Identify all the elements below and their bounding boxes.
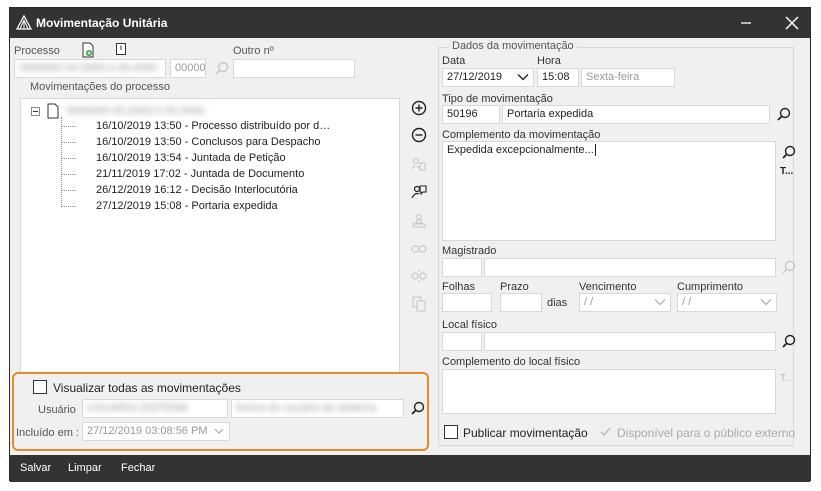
bottom-toolbar: Salvar Limpar Fechar	[10, 455, 810, 482]
incluido-em-picker[interactable]: 27/12/2019 03:08:56 PM	[82, 422, 230, 441]
chevron-down-icon[interactable]	[517, 73, 529, 81]
tree-item[interactable]: 27/12/2019 15:08 - Portaria expedida	[96, 200, 278, 212]
search-icon[interactable]	[780, 259, 798, 277]
tree-item[interactable]: 26/12/2019 16:12 - Decisão Interlocutóri…	[96, 184, 298, 196]
checkmark-icon	[600, 427, 611, 437]
processo-number-input[interactable]: 0000000-00.0000.0.00.0000	[14, 59, 166, 78]
usuario-input[interactable]: USUARIO.SISTEMA	[82, 399, 228, 418]
complemento-local-label: Complemento do local físico	[442, 356, 581, 368]
movimentacoes-group-label: Movimentações do processo	[30, 81, 171, 93]
window-title: Movimentação Unitária	[36, 16, 168, 30]
magistrado-name-input[interactable]	[484, 258, 776, 277]
incluido-label: Incluído em :	[16, 427, 79, 439]
chevron-down-icon[interactable]	[214, 427, 224, 435]
tree-item[interactable]: 16/10/2019 13:50 - Processo distribuído …	[96, 120, 330, 132]
tree-item[interactable]: 21/11/2019 17:02 - Juntada de Documento	[96, 168, 304, 180]
vencimento-label: Vencimento	[579, 281, 637, 293]
link-icon[interactable]	[410, 240, 428, 258]
search-icon[interactable]	[775, 106, 793, 124]
tipo-label: Tipo de movimentação	[442, 93, 553, 105]
usuario-label: Usuário	[38, 404, 76, 416]
minimize-icon[interactable]	[736, 13, 756, 33]
tree-root-label: 0000000-00.0000.0.00.0000	[66, 105, 205, 117]
local-code-input[interactable]	[442, 332, 482, 351]
folhas-input[interactable]	[442, 293, 492, 312]
close-icon[interactable]	[782, 13, 802, 33]
search-icon[interactable]	[780, 333, 798, 351]
search-icon[interactable]	[409, 400, 427, 418]
usuario-name-value: Nome do usuário do sistema	[236, 402, 377, 414]
stamp-icon[interactable]	[410, 212, 428, 230]
complemento-label: Complemento da movimentação	[442, 129, 601, 141]
publicar-checkbox[interactable]	[444, 425, 458, 439]
local-name-input[interactable]	[484, 332, 776, 351]
incluido-value: 27/12/2019 03:08:56 PM	[87, 425, 208, 437]
data-label: Data	[442, 55, 466, 67]
visualizar-todas-checkbox[interactable]	[33, 380, 47, 394]
tipo-code-input[interactable]: 50196	[442, 105, 500, 124]
new-document-icon[interactable]	[80, 42, 96, 58]
processo-suffix-input[interactable]: 00000	[170, 59, 206, 78]
title-bar: Movimentação Unitária	[10, 8, 810, 38]
prazo-label: Prazo	[500, 281, 529, 293]
dias-label: dias	[547, 297, 568, 309]
folhas-label: Folhas	[442, 281, 476, 293]
edit-user-icon[interactable]	[410, 183, 428, 201]
tipo-desc-input[interactable]: Portaria expedida	[502, 105, 770, 124]
documents-icon[interactable]	[410, 295, 428, 313]
add-circle-icon[interactable]	[410, 99, 428, 117]
processo-label: Processo	[14, 45, 60, 57]
vencimento-value: / /	[584, 296, 594, 308]
text-editor-button[interactable]: T...	[780, 166, 793, 177]
outro-label: Outro nº	[233, 45, 274, 57]
hora-label: Hora	[537, 55, 561, 67]
limpar-button[interactable]: Limpar	[68, 462, 102, 474]
cumprimento-label: Cumprimento	[677, 281, 744, 293]
remove-circle-icon[interactable]	[410, 126, 428, 144]
bookmark-icon[interactable]	[114, 42, 128, 56]
tree-item[interactable]: 16/10/2019 13:50 - Conclusos para Despac…	[96, 136, 320, 148]
publicar-label[interactable]: Publicar movimentação	[463, 426, 588, 440]
users-icon[interactable]	[410, 155, 428, 173]
complemento-local-textarea[interactable]	[442, 369, 776, 414]
movimentacoes-tree[interactable]: 0000000-00.0000.0.00.0000 16/10/2019 13:…	[20, 98, 400, 373]
chevron-down-icon[interactable]	[760, 298, 772, 306]
local-fisico-label: Local físico	[442, 319, 498, 331]
complemento-textarea[interactable]: Expedida excepcionalmente...	[442, 141, 776, 241]
app-icon	[16, 15, 32, 30]
fechar-button[interactable]: Fechar	[121, 462, 155, 474]
dados-group-label: Dados da movimentação	[449, 40, 577, 52]
data-value: 27/12/2019	[447, 71, 503, 83]
search-icon[interactable]	[780, 144, 798, 162]
cumprimento-value: / /	[682, 296, 692, 308]
complemento-value: Expedida excepcionalmente...	[447, 144, 594, 156]
usuario-name-input: Nome do usuário do sistema	[231, 399, 404, 418]
movimentacao-window: Movimentação Unitária Processo Outro nº …	[9, 7, 811, 482]
processo-number-value: 0000000-00.0000.0.00.0000	[19, 62, 158, 74]
visualizar-todas-label[interactable]: Visualizar todas as movimentações	[53, 381, 241, 395]
chevron-down-icon[interactable]	[654, 298, 666, 306]
prazo-input[interactable]	[500, 293, 542, 312]
document-icon	[47, 103, 59, 119]
tree-collapse-toggle[interactable]	[31, 107, 40, 116]
search-icon[interactable]	[213, 60, 231, 78]
tree-item[interactable]: 16/10/2019 13:54 - Juntada de Petição	[96, 152, 286, 164]
disponivel-label: Disponível para o público externo	[617, 426, 796, 440]
salvar-button[interactable]: Salvar	[20, 462, 51, 474]
text-editor-button-disabled[interactable]: T...	[780, 373, 793, 384]
unlink-icon[interactable]	[410, 267, 428, 285]
magistrado-code-input[interactable]	[442, 258, 482, 277]
weekday-field: Sexta-feira	[581, 68, 675, 87]
magistrado-label: Magistrado	[442, 245, 497, 257]
hora-input[interactable]: 15:08	[537, 68, 579, 87]
outro-numero-input[interactable]	[233, 59, 355, 78]
usuario-value: USUARIO.SISTEMA	[87, 402, 189, 414]
